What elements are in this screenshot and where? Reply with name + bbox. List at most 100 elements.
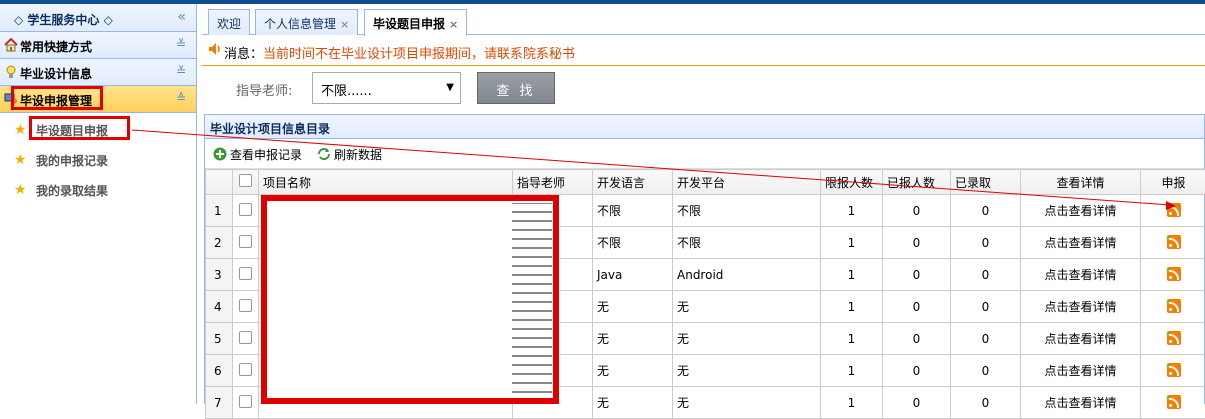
star-icon: ★: [14, 182, 27, 198]
checkbox[interactable]: [239, 363, 252, 376]
admitted-cell: 0: [951, 323, 1021, 355]
advisor-filter-label: 指导老师:: [236, 80, 292, 99]
close-icon[interactable]: ×: [340, 18, 349, 31]
redaction-box: [261, 195, 559, 404]
row-number: 1: [206, 195, 233, 227]
checkbox[interactable]: [239, 395, 252, 408]
search-button[interactable]: 查 找: [477, 72, 555, 104]
rss-apply-icon[interactable]: [1167, 299, 1181, 313]
admitted-cell: 0: [951, 259, 1021, 291]
collapse-sidebar-icon[interactable]: «: [177, 9, 186, 25]
row-number: 2: [206, 227, 233, 259]
apply-button[interactable]: [1141, 227, 1205, 259]
collapse-application-management-icon[interactable]: ≙: [176, 91, 186, 105]
row-checkbox[interactable]: [233, 291, 259, 323]
apply-button[interactable]: [1141, 323, 1205, 355]
row-number: 7: [206, 387, 233, 419]
tab-strip: 欢迎 个人信息管理× 毕设题目申报×: [202, 4, 1205, 35]
rss-apply-icon[interactable]: [1167, 203, 1181, 217]
column-header[interactable]: 指导老师: [513, 170, 593, 195]
column-header[interactable]: 限报人数: [821, 170, 883, 195]
rss-apply-icon[interactable]: [1167, 235, 1181, 249]
select-all-checkbox[interactable]: [233, 170, 259, 195]
apply-button[interactable]: [1141, 291, 1205, 323]
applied-cell: 0: [883, 323, 951, 355]
tab-welcome[interactable]: 欢迎: [208, 9, 250, 35]
admitted-cell: 0: [951, 227, 1021, 259]
column-header[interactable]: 开发平台: [673, 170, 821, 195]
row-number: 3: [206, 259, 233, 291]
view-records-label: 查看申报记录: [230, 148, 302, 162]
tab-topic-application[interactable]: 毕设题目申报×: [364, 9, 467, 36]
checkbox[interactable]: [239, 203, 252, 216]
sidebar-title-text: 学生服务中心: [27, 13, 99, 27]
add-icon: [213, 147, 227, 161]
refresh-icon: [317, 147, 331, 161]
view-detail-link[interactable]: 点击查看详情: [1021, 227, 1141, 259]
refresh-button[interactable]: 刷新数据: [317, 146, 382, 163]
limit-cell: 1: [821, 195, 883, 227]
limit-cell: 1: [821, 259, 883, 291]
column-header[interactable]: 申报: [1141, 170, 1205, 195]
limit-cell: 1: [821, 387, 883, 419]
advisor-select[interactable]: 不限...... ▼: [312, 72, 461, 104]
platform-cell: 无: [673, 291, 821, 323]
sidebar-title: ◇ 学生服务中心 ◇: [14, 11, 113, 28]
language-cell: 不限: [593, 227, 673, 259]
column-header[interactable]: 查看详情: [1021, 170, 1141, 195]
platform-cell: 无: [673, 387, 821, 419]
admitted-cell: 0: [951, 355, 1021, 387]
applied-cell: 0: [883, 387, 951, 419]
panel-shortcuts[interactable]: 常用快捷方式 ≚: [0, 32, 196, 59]
message-prefix: 消息：: [224, 47, 263, 62]
sidebar-item-label: 我的申报记录: [36, 152, 108, 169]
checkbox[interactable]: [239, 267, 252, 280]
row-checkbox[interactable]: [233, 259, 259, 291]
grid-toolbar: 查看申报记录 刷新数据: [205, 139, 1204, 169]
expand-graduation-info-icon[interactable]: ≚: [176, 64, 186, 78]
row-checkbox[interactable]: [233, 387, 259, 419]
annotation-highlight-box: [29, 116, 130, 140]
apply-button[interactable]: [1141, 355, 1205, 387]
limit-cell: 1: [821, 323, 883, 355]
column-header[interactable]: 已报人数: [883, 170, 951, 195]
limit-cell: 1: [821, 227, 883, 259]
rss-apply-icon[interactable]: [1167, 363, 1181, 377]
star-icon: ★: [14, 122, 27, 138]
tab-personal-info[interactable]: 个人信息管理×: [255, 9, 358, 35]
apply-button[interactable]: [1141, 387, 1205, 419]
rss-apply-icon[interactable]: [1167, 331, 1181, 345]
rss-apply-icon[interactable]: [1167, 267, 1181, 281]
refresh-label: 刷新数据: [334, 148, 382, 162]
view-detail-link[interactable]: 点击查看详情: [1021, 195, 1141, 227]
row-checkbox[interactable]: [233, 227, 259, 259]
view-detail-link[interactable]: 点击查看详情: [1021, 291, 1141, 323]
row-checkbox[interactable]: [233, 195, 259, 227]
close-icon[interactable]: ×: [449, 18, 458, 31]
column-header[interactable]: 开发语言: [593, 170, 673, 195]
view-detail-link[interactable]: 点击查看详情: [1021, 259, 1141, 291]
view-detail-link[interactable]: 点击查看详情: [1021, 387, 1141, 419]
platform-cell: Android: [673, 259, 821, 291]
sidebar: ◇ 学生服务中心 ◇ « 常用快捷方式 ≚ 毕业设计信息 ≚ 毕设申报管理 ≙ …: [0, 4, 197, 404]
limit-cell: 1: [821, 291, 883, 323]
platform-cell: 无: [673, 355, 821, 387]
view-records-button[interactable]: 查看申报记录: [213, 146, 302, 163]
expand-shortcuts-icon[interactable]: ≚: [176, 37, 186, 51]
rss-apply-icon[interactable]: [1167, 395, 1181, 409]
apply-button[interactable]: [1141, 259, 1205, 291]
checkbox[interactable]: [239, 235, 252, 248]
sidebar-item-my-records[interactable]: ★ 我的申报记录: [0, 145, 196, 175]
view-detail-link[interactable]: 点击查看详情: [1021, 355, 1141, 387]
view-detail-link[interactable]: 点击查看详情: [1021, 323, 1141, 355]
column-header[interactable]: 项目名称: [259, 170, 513, 195]
column-header[interactable]: 已录取: [951, 170, 1021, 195]
table-header-row: 项目名称 指导老师 开发语言 开发平台 限报人数 已报人数 已录取 查看详情 申…: [206, 170, 1205, 195]
row-checkbox[interactable]: [233, 355, 259, 387]
row-checkbox[interactable]: [233, 323, 259, 355]
apply-button[interactable]: [1141, 195, 1205, 227]
checkbox[interactable]: [239, 331, 252, 344]
panel-graduation-info[interactable]: 毕业设计信息 ≚: [0, 59, 196, 86]
sidebar-item-my-admission[interactable]: ★ 我的录取结果: [0, 175, 196, 205]
checkbox[interactable]: [239, 299, 252, 312]
